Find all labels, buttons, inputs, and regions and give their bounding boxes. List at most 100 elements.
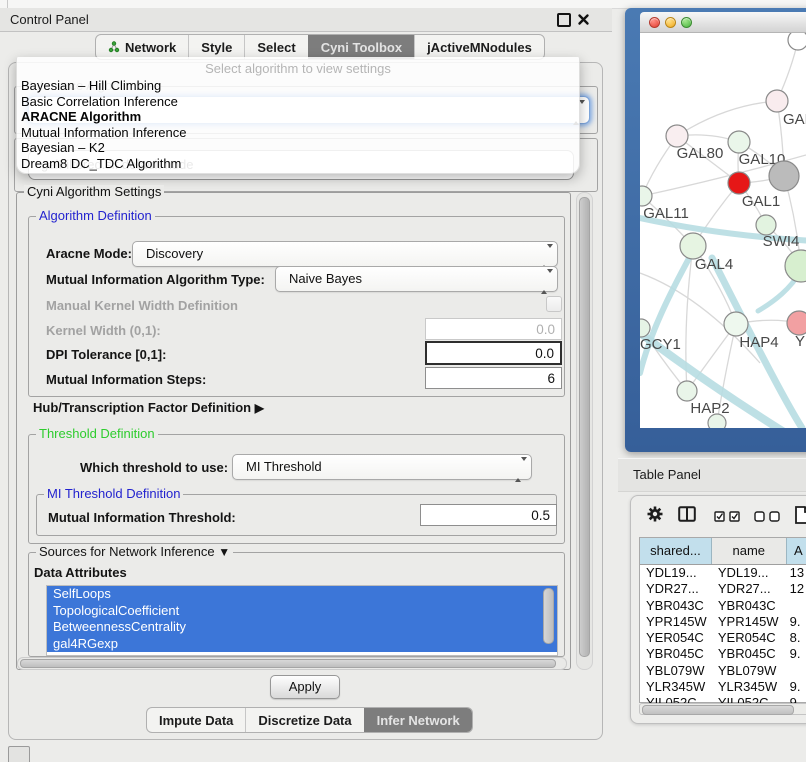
network-node[interactable] [788, 33, 806, 50]
mi-algorithm-type-combo[interactable]: Naive Bayes [275, 266, 558, 292]
dpi-tolerance-input[interactable] [425, 341, 562, 365]
table-cell[interactable]: 9. [787, 614, 806, 630]
manual-kernel-width-checkbox[interactable] [546, 296, 562, 312]
tab-discretize-data[interactable]: Discretize Data [245, 708, 363, 732]
table-cell[interactable]: 8. [787, 630, 806, 646]
attribute-list-item[interactable]: BetweennessCentrality [47, 619, 557, 636]
split-columns-icon[interactable] [678, 506, 696, 527]
attribute-list-item[interactable]: gal4RGexp [47, 636, 557, 653]
table-cell[interactable]: YER054C [712, 630, 787, 646]
table-cell[interactable]: 13 [787, 565, 806, 581]
apply-button[interactable]: Apply [270, 675, 340, 699]
tab-infer-network[interactable]: Infer Network [364, 708, 472, 732]
table-row[interactable]: YER054CYER054C8. [640, 630, 806, 646]
table-cell[interactable]: YDL19... [640, 565, 712, 581]
select-all-checkboxes-icon[interactable] [714, 509, 741, 527]
table-cell[interactable]: YBR043C [712, 598, 787, 614]
kernel-width-input[interactable] [425, 318, 562, 340]
dropdown-item[interactable]: Bayesian – K2 [21, 140, 575, 156]
dropdown-item[interactable]: ARACNE Algorithm [21, 109, 575, 125]
hub-transcription-factor-toggle[interactable]: Hub/Transcription Factor Definition ▶ [33, 400, 264, 415]
table-row[interactable]: YBR043CYBR043C [640, 598, 806, 614]
table-row[interactable]: YDR27...YDR27...12 [640, 581, 806, 597]
aracne-mode-combo[interactable]: Discovery [132, 241, 558, 267]
tab-label: Style [201, 40, 232, 55]
network-node-gal80[interactable] [666, 125, 688, 147]
settings-horizontal-scrollbar[interactable] [17, 657, 567, 670]
table-cell[interactable]: 12 [787, 581, 806, 597]
table-horizontal-scrollbar[interactable] [639, 703, 806, 715]
table-cell[interactable]: 9. [787, 646, 806, 662]
table-cell[interactable] [787, 663, 806, 679]
settings-vertical-scrollbar[interactable] [576, 192, 593, 670]
network-node-hap4[interactable] [724, 312, 748, 336]
dropdown-item[interactable]: Bayesian – Hill Climbing [21, 78, 575, 94]
which-threshold-combo[interactable]: MI Threshold [232, 454, 532, 480]
table-cell[interactable]: YPR145W [640, 614, 712, 630]
table-cell[interactable]: YDR27... [712, 581, 787, 597]
mi-steps-input[interactable] [425, 367, 562, 389]
table-row[interactable]: YBR045CYBR045C9. [640, 646, 806, 662]
column-header-clipped[interactable]: A [787, 538, 806, 564]
table-cell[interactable]: YDR27... [640, 581, 712, 597]
attribute-list-scrollbar[interactable] [543, 588, 554, 644]
network-node-hap2[interactable] [677, 381, 697, 401]
dropdown-item[interactable]: Dream8 DC_TDC Algorithm [21, 156, 575, 172]
unselect-all-checkboxes-icon[interactable] [754, 509, 781, 527]
network-node[interactable] [785, 250, 806, 282]
sources-for-network-inference-title[interactable]: Sources for Network Inference ▼ [36, 545, 233, 559]
table-row[interactable]: YDL19...YDL19...13 [640, 565, 806, 581]
table-cell[interactable]: YER054C [640, 630, 712, 646]
table-row[interactable]: YLR345WYLR345W9. [640, 679, 806, 695]
dropdown-item[interactable]: Basic Correlation Inference [21, 94, 575, 110]
column-header-shared-name[interactable]: shared... [640, 538, 712, 564]
network-node-swi4[interactable] [756, 215, 776, 235]
table-cell[interactable]: YBR045C [640, 646, 712, 662]
table-row[interactable]: YBL079WYBL079W [640, 663, 806, 679]
network-node-gal[interactable] [766, 90, 788, 112]
table-cell[interactable]: YBL079W [640, 663, 712, 679]
table-cell[interactable] [787, 598, 806, 614]
network-node-gal1[interactable] [728, 172, 750, 194]
float-window-icon[interactable] [557, 13, 571, 27]
attribute-list-item[interactable]: SelfLoops [47, 586, 557, 603]
table-panel-titlebar: Table Panel [618, 458, 806, 492]
tab-cyni-toolbox[interactable]: Cyni Toolbox [308, 35, 414, 59]
network-canvas[interactable]: GALGAL80GAL10GAL1GAL11SWI4GAL4HAP4YGCY1H… [640, 33, 806, 428]
threshold-definition-title: Threshold Definition [36, 427, 158, 441]
table-cell[interactable]: 9. [787, 679, 806, 695]
table-cell[interactable]: YBR045C [712, 646, 787, 662]
zoom-traffic-light-icon[interactable] [681, 17, 692, 28]
dropdown-item[interactable]: Mutual Information Inference [21, 125, 575, 141]
new-table-icon[interactable] [795, 506, 806, 529]
table-cell[interactable]: YPR145W [712, 614, 787, 630]
close-icon[interactable] [577, 13, 590, 26]
table-cell[interactable]: YLR345W [640, 679, 712, 695]
table-cell[interactable]: YDL19... [712, 565, 787, 581]
table-cell[interactable]: YBR043C [640, 598, 712, 614]
attribute-list-item[interactable]: TopologicalCoefficient [47, 603, 557, 620]
gear-icon[interactable] [647, 506, 663, 527]
close-traffic-light-icon[interactable] [649, 17, 660, 28]
hub-transcription-factor-label: Hub/Transcription Factor Definition [33, 400, 251, 415]
tab-select[interactable]: Select [244, 35, 307, 59]
table-cell[interactable]: YBL079W [712, 663, 787, 679]
network-window-titlebar[interactable] [640, 12, 806, 33]
network-node-gcy1[interactable] [640, 319, 650, 337]
mi-threshold-input[interactable] [420, 504, 557, 526]
cyni-algorithm-settings-title: Cyni Algorithm Settings [24, 185, 164, 199]
docked-panel-icon[interactable] [8, 746, 30, 762]
network-node[interactable] [708, 414, 726, 428]
minimize-traffic-light-icon[interactable] [665, 17, 676, 28]
column-header-name[interactable]: name [712, 538, 787, 564]
network-node-gal10[interactable] [728, 131, 750, 153]
tab-style[interactable]: Style [188, 35, 244, 59]
tab-jactivemnodules[interactable]: jActiveMNodules [414, 35, 544, 59]
node-table: shared... name A YDL19...YDL19...13YDR27… [639, 537, 806, 703]
table-cell[interactable]: YLR345W [712, 679, 787, 695]
tab-impute-data[interactable]: Impute Data [147, 708, 245, 732]
network-node-y[interactable] [787, 311, 806, 335]
table-row[interactable]: YPR145WYPR145W9. [640, 614, 806, 630]
network-node[interactable] [769, 161, 799, 191]
tab-network[interactable]: Network [96, 35, 188, 59]
